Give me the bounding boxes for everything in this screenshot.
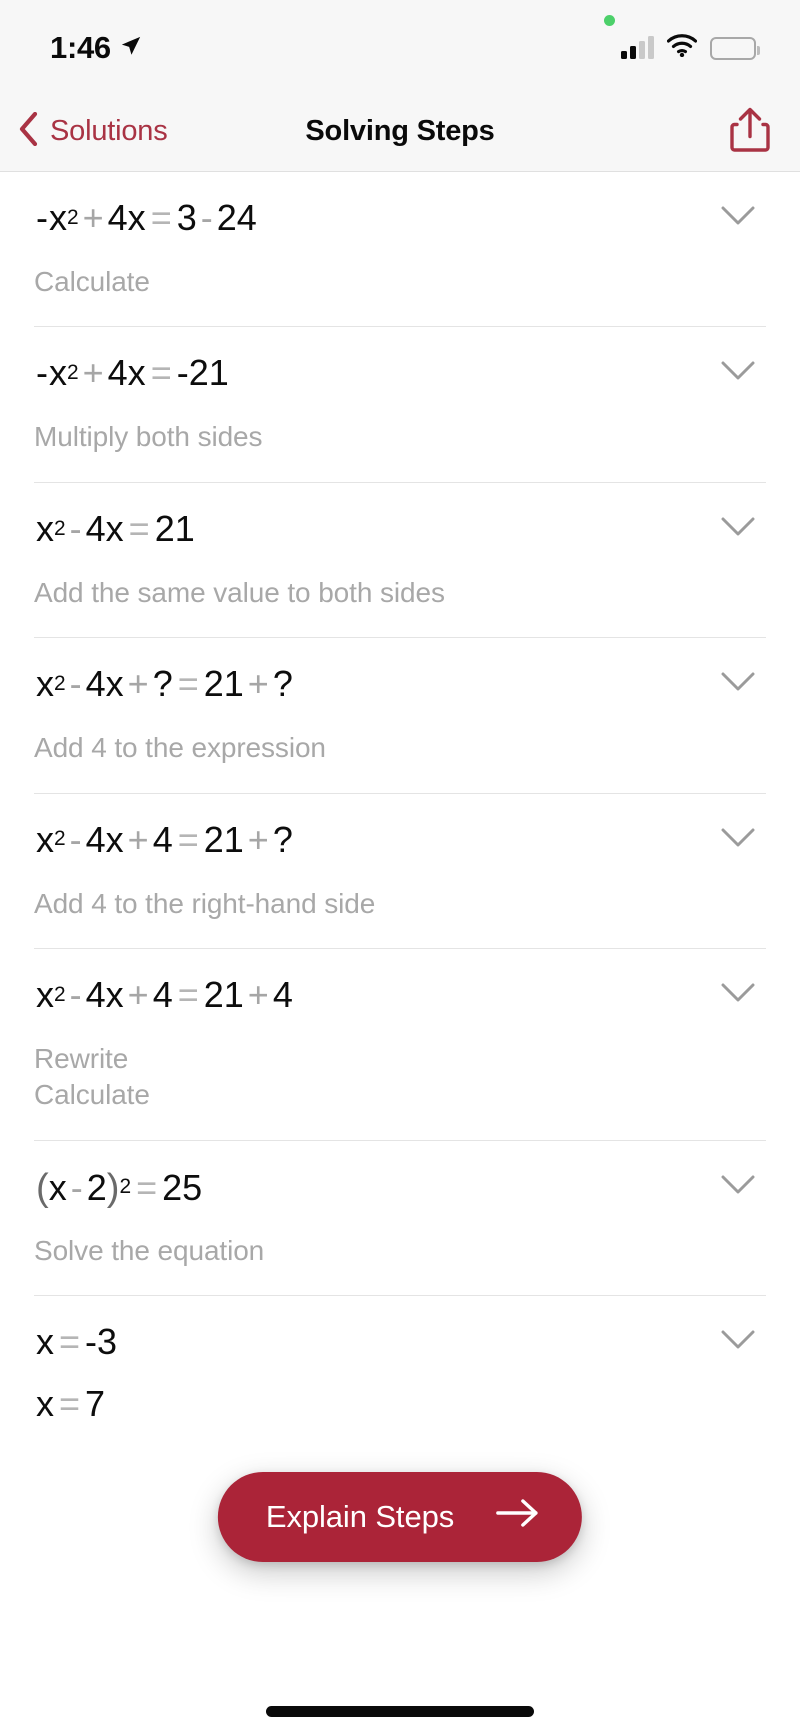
explain-steps-label: Explain Steps — [265, 1499, 455, 1534]
step-row[interactable]: (x -2) 2 = 25 Solve the equation — [0, 1141, 800, 1297]
chevron-down-icon[interactable] — [710, 196, 766, 236]
back-button[interactable]: Solutions — [0, 111, 168, 151]
chevron-down-icon[interactable] — [710, 818, 766, 858]
home-indicator-bar — [266, 1706, 534, 1717]
status-bar-right — [621, 30, 760, 62]
step-description: Solve the equation — [34, 1234, 265, 1266]
chevron-down-icon[interactable] — [710, 973, 766, 1013]
step-description: Multiply both sides — [34, 421, 263, 453]
green-recording-dot — [604, 15, 615, 26]
step-description: Add the same value to both sides — [34, 576, 445, 608]
chevron-down-icon[interactable] — [710, 351, 766, 391]
step-equation: (x -2) 2 = 25 — [36, 1165, 203, 1209]
chevron-down-icon[interactable] — [710, 662, 766, 702]
navigation-bar: Solutions Solving Steps — [0, 92, 800, 172]
status-time: 1:46 — [50, 30, 111, 65]
arrow-right-icon — [496, 1498, 540, 1536]
step-equation-solution-1: x = -3 — [36, 1321, 118, 1363]
solving-steps-list: - x 2 +4x = 3-24 Calculate - x 2 +4x = -21 — [0, 172, 800, 1449]
step-equation: x 2-4x +4 = 21 +? — [36, 818, 293, 860]
step-equation: x 2-4x +? = 21 +? — [36, 663, 293, 705]
step-row[interactable]: x 2-4x +4 = 21 +? Add 4 to the right-hand sid… — [0, 794, 800, 949]
chevron-down-icon[interactable] — [710, 1165, 766, 1205]
step-row[interactable]: x 2-4x +? = 21 +? Add 4 to the expression — [0, 638, 800, 794]
location-arrow-icon — [120, 31, 142, 62]
wifi-icon — [666, 34, 698, 62]
share-button[interactable] — [730, 106, 770, 157]
explain-steps-button[interactable]: Explain Steps — [217, 1472, 583, 1562]
status-bar-left: 1:46 — [50, 26, 142, 66]
step-description: Add 4 to the expression — [34, 732, 326, 764]
share-icon — [730, 107, 770, 156]
status-bar: 1:46 — [0, 0, 800, 92]
step-description: Add 4 to the right-hand side — [34, 887, 376, 919]
back-button-label: Solutions — [50, 115, 168, 147]
step-row[interactable]: - x 2 +4x = -21 Multiply both sides — [0, 327, 800, 483]
step-equation: - x 2 +4x = 3-24 — [36, 197, 257, 238]
cellular-signal-icon — [621, 36, 654, 59]
step-row[interactable]: x 2-4x +4 = 21 +4 Rewrite Calculate — [0, 949, 800, 1141]
step-equation: x 2-4x +4 = 21 +4 — [36, 973, 293, 1015]
step-row[interactable]: - x 2 +4x = 3-24 Calculate — [0, 172, 800, 328]
step-row[interactable]: x 2-4x = 21 Add the same value to both side… — [0, 483, 800, 639]
phone-screen: 1:46 Solutions Solving Steps - x 2 + 4x … — [0, 0, 800, 1732]
chevron-down-icon[interactable] — [710, 1320, 766, 1360]
step-description: Rewrite Calculate — [34, 1042, 150, 1111]
step-equation: - x 2 +4x = -21 — [36, 352, 229, 394]
step-row[interactable]: x = -3 x = 7 — [0, 1296, 800, 1448]
step-description: Calculate — [34, 266, 150, 297]
battery-icon — [710, 36, 760, 60]
chevron-down-icon[interactable] — [710, 507, 766, 547]
step-equation-solution-2: x = 7 — [36, 1383, 106, 1425]
step-equation: x 2-4x = 21 — [36, 507, 195, 549]
chevron-left-icon — [18, 111, 38, 151]
